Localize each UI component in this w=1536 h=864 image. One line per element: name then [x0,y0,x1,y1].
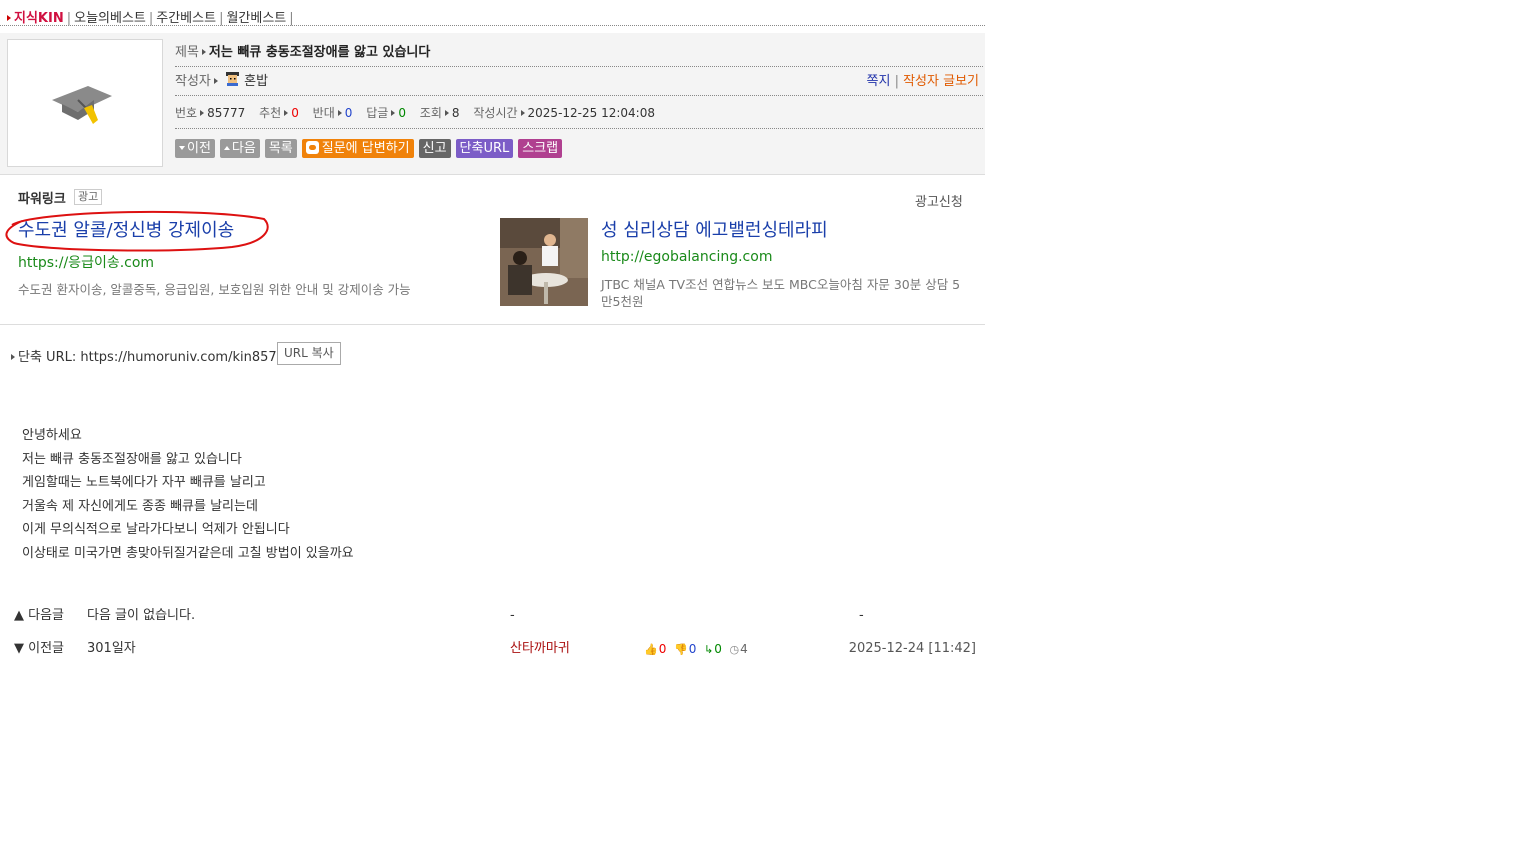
powerlink-title: 파워링크 [18,192,66,207]
next-post-label: ▲ 다음글 [14,608,65,623]
prev-button[interactable]: 이전 [175,139,215,158]
prev-post-down: 0 [688,642,697,656]
clock-icon: ◷ [729,643,740,656]
message-link[interactable]: 쪽지 [867,74,891,89]
ad-2-url-link[interactable]: http://egobalancing.com [601,249,772,265]
content-line: 이게 무의식적으로 날라가다보니 억제가 안됩니다 [22,522,290,538]
prev-post-reply: 0 [714,642,722,656]
top-nav: 지식KIN | 오늘의베스트 | 주간베스트 | 월간베스트 | [4,7,297,26]
meta-time: 작성시간 2025-12-25 12:04:08 [473,106,655,120]
author-actions: 쪽지 | 작성자 글보기 [867,70,980,94]
post-info-box: 제목 저는 빼큐 충동조절장애를 앓고 있습니다 작성자 혼밥 쪽지 | 작성자 … [0,33,985,175]
prev-post-up: 0 [658,642,667,656]
nav-brand-link[interactable]: 지식KIN [14,11,64,26]
divider [0,324,985,325]
report-button[interactable]: 신고 [418,139,451,158]
ad-apply-link[interactable]: 광고신청 [915,191,963,210]
prev-post-author[interactable]: 산타까마귀 [510,637,570,661]
content-line: 게임할때는 노트북에다가 자꾸 빼큐를 날리고 [22,475,266,491]
ad-1-description: 수도권 환자이송, 알콜중독, 응급입원, 보호입원 위한 안내 및 강제이송 … [18,282,411,297]
next-post-date: - [859,608,864,623]
reply-arrow-icon: ↳ [703,643,714,656]
post-meta-row: 번호 85777 추천 0 반대 0 답글 0 조회 8 작성시간 2025-12-25 1… [175,100,983,129]
post-title: 저는 빼큐 충동조절장애를 앓고 있습니다 [208,45,431,60]
divider [0,25,985,26]
content-line: 이상태로 미국가면 총맞아뒤질거같은데 고칠 방법이 있을까요 [22,545,354,561]
answer-button[interactable]: 질문에 답변하기 [301,139,414,158]
next-post-row: ▲ 다음글 다음 글이 없습니다. - - [14,604,979,628]
content-line: 저는 빼큐 충동조절장애를 앓고 있습니다 [22,451,242,467]
arrow-icon [11,354,15,360]
arrow-icon [201,49,206,55]
prev-post-stats: 👍0 👎0 ↳0 ◷4 [644,637,748,662]
next-post-author: - [510,608,515,623]
title-label: 제목 [175,45,199,60]
post-action-buttons: 이전 다음 목록 질문에 답변하기 신고 단축URL 스크랩 [175,139,567,161]
prev-post-date: 2025-12-24 [11:42] [848,641,976,656]
next-post-title: 다음 글이 없습니다. [87,608,196,623]
prev-post-label: ▼ 이전글 [14,641,65,656]
nav-link-daily-best[interactable]: 오늘의베스트 [74,11,146,26]
ad-1-title-link[interactable]: 수도권 알콜/정신병 강제이송 [18,216,234,242]
nav-link-monthly-best[interactable]: 월간베스트 [226,11,286,26]
bullet-icon [7,15,11,21]
meta-number: 번호 85777 [175,106,246,120]
meta-views: 조회 8 [419,106,460,120]
nav-link-weekly-best[interactable]: 주간베스트 [156,11,216,26]
short-url-row: 단축 URL: https://humoruniv.com/kin85777 [8,346,293,365]
post-author-row: 작성자 혼밥 쪽지 | 작성자 글보기 [175,70,983,96]
ad-2-title-link[interactable]: 성 심리상담 에고밸런싱테라피 [601,216,828,242]
nav-separator: | [66,11,72,26]
post-title-row: 제목 저는 빼큐 충동조절장애를 앓고 있습니다 [175,41,983,67]
meta-oppose: 반대 0 [312,106,353,120]
speech-bubble-icon [305,141,319,154]
url-copy-button[interactable]: URL 복사 [277,342,341,365]
graduation-cap-icon [52,86,112,124]
prev-post-views: 4 [740,642,748,656]
ad-badge: 광고 [74,189,103,205]
counseling-photo-icon [500,218,588,306]
prev-post-title-link[interactable]: 301일자 [87,637,136,661]
author-name[interactable]: 혼밥 [244,74,268,89]
ad-1-url-link[interactable]: https://응급이송.com [18,252,154,272]
ad-2-description: JTBC 채널A TV조선 연합뉴스 보도 MBC오늘아침 자문 30분 상담 … [601,277,961,309]
next-button[interactable]: 다음 [219,139,260,158]
author-posts-link[interactable]: 작성자 글보기 [903,74,979,89]
short-url-text: 단축 URL: https://humoruniv.com/kin85777 [18,350,294,365]
short-url-button[interactable]: 단축URL [455,139,514,158]
nav-separator: | [219,11,224,26]
prev-post-row[interactable]: ▼ 이전글 301일자 산타까마귀 👍0 👎0 ↳0 ◷4 2025-12-24… [14,637,979,661]
ad-2-image[interactable] [500,218,588,306]
nav-separator: | [289,11,294,26]
content-line: 거울속 제 자신에게도 종종 빼큐를 날리는데 [22,498,258,514]
category-thumbnail [7,39,163,167]
author-label: 작성자 [175,74,211,89]
thumbs-up-icon: 👍 [644,643,658,656]
content-line: 안녕하세요 [22,428,82,443]
list-button[interactable]: 목록 [264,139,297,158]
user-avatar-icon [226,72,240,86]
post-content: 안녕하세요 저는 빼큐 충동조절장애를 앓고 있습니다 게임할때는 노트북에다가… [22,424,354,566]
scrap-button[interactable]: 스크랩 [518,139,563,158]
separator: | [894,74,899,89]
caret-down-icon [179,146,185,150]
caret-up-icon [223,146,230,150]
thumbs-down-icon: 👎 [673,643,688,656]
meta-answers: 답글 0 [366,106,406,120]
nav-separator: | [148,11,154,26]
meta-recommend: 추천 0 [259,106,299,120]
arrow-icon [213,78,218,84]
